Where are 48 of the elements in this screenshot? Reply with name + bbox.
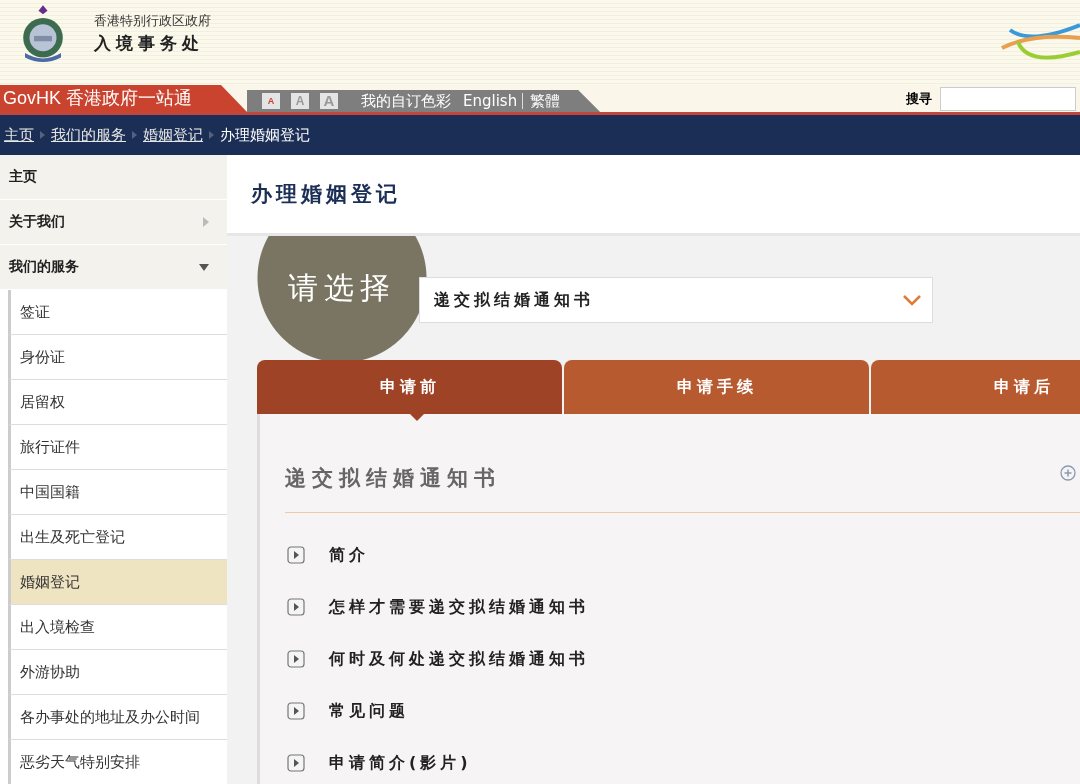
- play-icon: [287, 546, 305, 564]
- play-icon: [287, 650, 305, 668]
- breadcrumb-separator-icon: [132, 131, 137, 139]
- play-icon: [287, 598, 305, 616]
- chevron-down-icon: [902, 294, 922, 306]
- sidebar-subitem[interactable]: 居留权: [8, 380, 227, 425]
- breadcrumb-link[interactable]: 主页: [4, 125, 34, 145]
- section-link[interactable]: 怎样才需要递交拟结婚通知书: [329, 596, 589, 618]
- breadcrumb-link[interactable]: 我们的服务: [51, 125, 126, 145]
- sidebar-subitem[interactable]: 外游协助: [8, 650, 227, 695]
- sidebar-item[interactable]: 我们的服务: [0, 245, 227, 290]
- sidebar-subitem[interactable]: 各办事处的地址及办公时间: [8, 695, 227, 740]
- tab[interactable]: 申请后: [871, 360, 1080, 414]
- search-field[interactable]: [940, 86, 1076, 111]
- play-icon: [287, 754, 305, 772]
- govhk-link[interactable]: GovHK 香港政府一站通: [0, 85, 247, 112]
- sidebar-subitem[interactable]: 出入境检查: [8, 605, 227, 650]
- sidebar-subitem[interactable]: 婚姻登记: [8, 560, 227, 605]
- play-icon: [287, 702, 305, 720]
- section-link[interactable]: 何时及何处递交拟结婚通知书: [329, 648, 589, 670]
- breadcrumb-separator-icon: [40, 131, 45, 139]
- sidebar-subitem[interactable]: 签证: [8, 290, 227, 335]
- choose-badge: 请选择: [257, 236, 427, 360]
- page-title: 办理婚姻登记: [251, 181, 401, 208]
- sidebar-item[interactable]: 关于我们: [0, 200, 227, 245]
- section-link[interactable]: 简介: [329, 544, 369, 566]
- sidebar-subitem[interactable]: 出生及死亡登记: [8, 515, 227, 560]
- org-name: 入境事务处: [94, 32, 205, 55]
- sidebar-subitem[interactable]: 身份证: [8, 335, 227, 380]
- sidebar-subitem[interactable]: 旅行证件: [8, 425, 227, 470]
- search-label: 搜寻: [906, 89, 932, 108]
- org-line: 香港特别行政区政府: [94, 12, 211, 30]
- sidebar-subitem[interactable]: 中国国籍: [8, 470, 227, 515]
- top-link[interactable]: 繁體: [530, 91, 561, 111]
- section-title: 递交拟结婚通知书: [285, 465, 501, 492]
- top-link[interactable]: 我的自订色彩: [361, 91, 451, 111]
- breadcrumb-separator-icon: [209, 131, 214, 139]
- font-size-button[interactable]: A: [262, 93, 280, 109]
- tab[interactable]: 申请手续: [564, 360, 869, 414]
- topic-select[interactable]: 递交拟结婚通知书: [419, 277, 933, 323]
- current-page-label: 办理婚姻登记: [220, 125, 310, 145]
- section-link[interactable]: 常见问题: [329, 700, 409, 722]
- plus-circle-icon[interactable]: [1060, 465, 1076, 481]
- tab[interactable]: 申请前: [257, 360, 562, 414]
- top-link[interactable]: English: [463, 92, 518, 110]
- section-link[interactable]: 申请简介(影片): [329, 752, 472, 774]
- breadcrumb-link[interactable]: 婚姻登记: [143, 125, 203, 145]
- sidebar-item[interactable]: 主页: [0, 155, 227, 200]
